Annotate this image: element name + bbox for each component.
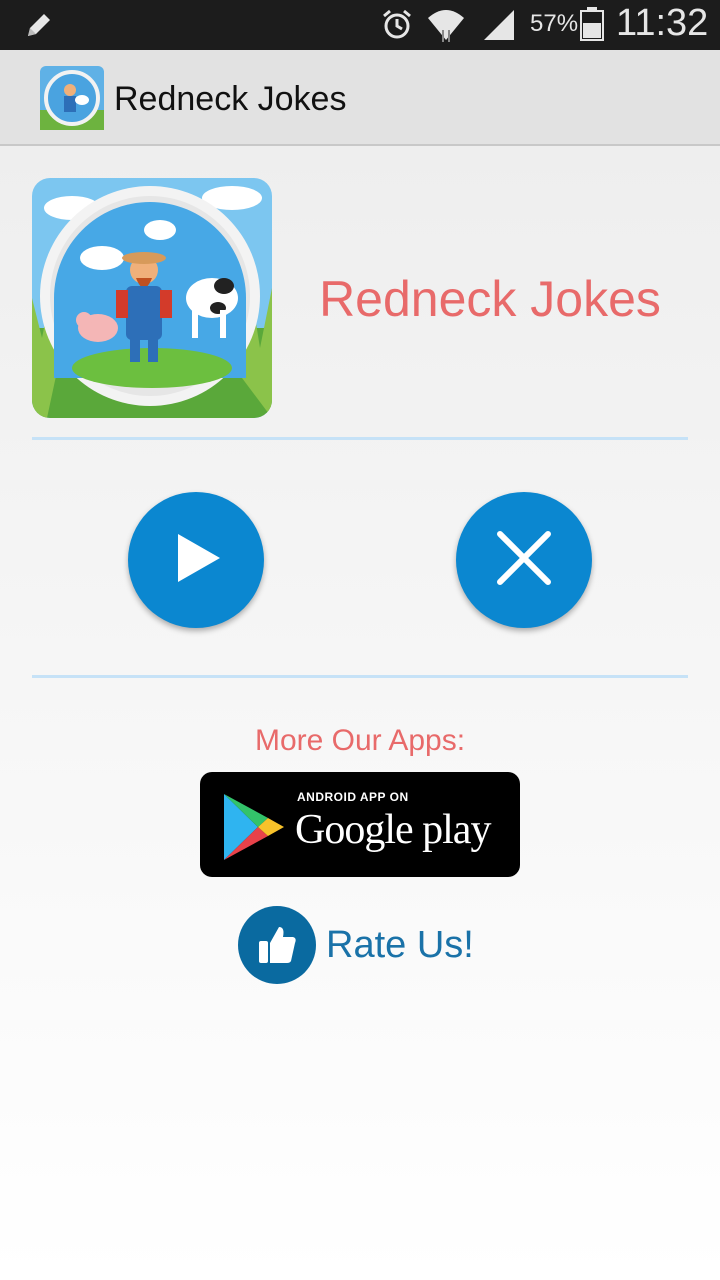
pencil-icon <box>22 8 56 47</box>
google-play-logo-icon <box>222 792 286 867</box>
divider <box>32 437 688 440</box>
action-bar: Redneck Jokes <box>0 50 720 146</box>
status-bar: 57% 11:32 <box>0 0 720 50</box>
badge-brand-text: Google play <box>295 807 491 853</box>
play-button[interactable] <box>128 492 264 628</box>
rate-us-label: Rate Us! <box>326 923 474 966</box>
action-bar-title: Redneck Jokes <box>114 80 347 118</box>
signal-icon <box>482 8 516 47</box>
clock: 11:32 <box>616 2 709 44</box>
google-play-badge[interactable]: ANDROID APP ON Google play <box>200 772 520 877</box>
divider <box>32 675 688 678</box>
play-icon <box>166 528 226 593</box>
badge-top-text: ANDROID APP ON <box>297 790 409 804</box>
close-button[interactable] <box>456 492 592 628</box>
wifi-icon <box>426 6 466 49</box>
alarm-icon <box>380 8 414 47</box>
app-logo-icon[interactable] <box>40 66 104 130</box>
battery-percent: 57% <box>530 10 579 37</box>
battery-icon <box>580 7 604 46</box>
hero-title: Redneck Jokes <box>319 271 661 327</box>
close-icon <box>494 528 554 593</box>
rate-us-button[interactable]: Rate Us! <box>238 906 474 984</box>
hero-image <box>32 178 272 418</box>
more-apps-label: More Our Apps: <box>254 724 466 757</box>
thumbs-up-icon <box>238 906 316 984</box>
